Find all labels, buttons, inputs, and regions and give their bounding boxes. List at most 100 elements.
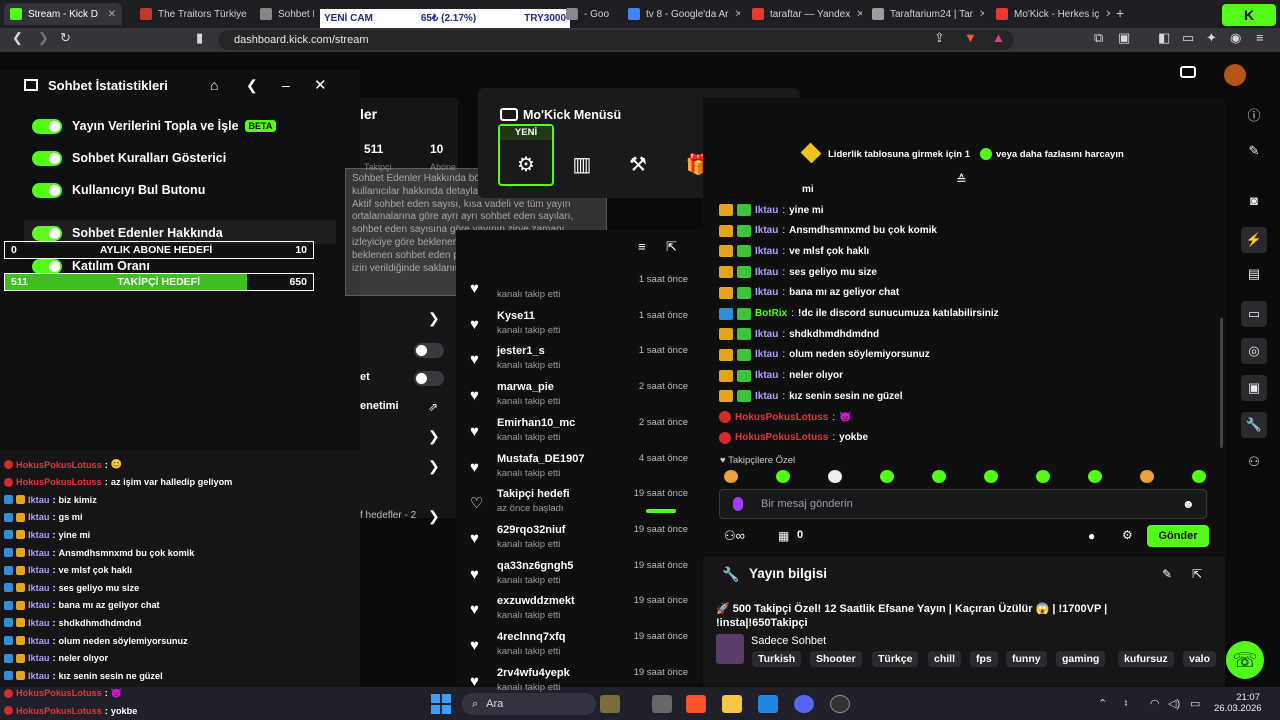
category-thumbnail[interactable] xyxy=(716,634,744,664)
toggle-switch[interactable] xyxy=(32,258,62,274)
emote-icon[interactable] xyxy=(724,470,738,483)
extensions-icon[interactable]: ⧉ xyxy=(1094,30,1103,46)
activity-item[interactable]: ♡ Takipçi hedefi az önce başladı 19 saat ön… xyxy=(470,488,688,520)
chat-message[interactable]: Iktau: bana mı az geliyor chat xyxy=(719,284,899,302)
emote-icon[interactable] xyxy=(1036,470,1050,483)
chat-username[interactable]: Iktau xyxy=(28,618,49,628)
activity-item[interactable]: ♥ jester1_s kanalı takip etti 1 saat önce xyxy=(470,345,688,377)
share-icon[interactable]: ⇪ xyxy=(934,30,945,46)
address-bar[interactable]: dashboard.kick.com/stream xyxy=(218,30,1014,50)
chat-username[interactable]: Iktau xyxy=(755,225,778,236)
chat-username[interactable]: Iktau xyxy=(28,565,49,575)
activity-item[interactable]: ♥ marwa_pie kanalı takip etti 2 saat önce xyxy=(470,381,688,413)
close-icon[interactable]: ✕ xyxy=(1105,9,1110,20)
chat-message[interactable]: BotRix: !dc ile discord sunucumuza katıla… xyxy=(719,305,999,323)
setting-row[interactable]: Sohbet Kuralları Gösterici xyxy=(32,149,226,167)
chevron-right-icon[interactable]: ❯ xyxy=(428,428,440,445)
tag-chip[interactable]: chill xyxy=(928,651,962,667)
popout-chat-message[interactable]: Iktau: Ansmdhsmnxmd bu çok komik xyxy=(4,544,194,561)
chat-message[interactable]: Iktau: ses geliyo mu size xyxy=(719,263,877,281)
wifi-icon[interactable]: ◠ xyxy=(1150,697,1160,710)
chat-bubble-icon[interactable]: ● xyxy=(1088,529,1095,543)
mic-icon[interactable] xyxy=(733,497,743,511)
forward-icon[interactable]: ❯ xyxy=(38,30,49,46)
chat-username[interactable]: HokusPokusLotuss xyxy=(16,706,102,716)
emote-icon[interactable] xyxy=(932,470,946,483)
chat-username[interactable]: Iktau xyxy=(28,636,49,646)
clock[interactable]: 21:07 26.03.2026 xyxy=(1214,692,1262,714)
activity-item[interactable]: ♥ Kyse11 kanalı takip etti 1 saat önce xyxy=(470,310,688,342)
popout-chat-message[interactable]: Iktau: biz kimiz xyxy=(4,491,97,508)
tag-chip[interactable]: kufursuz xyxy=(1118,651,1174,667)
tag-chip[interactable]: Turkish xyxy=(752,651,802,667)
chevron-right-icon[interactable]: ❯ xyxy=(428,508,440,525)
screenshot-icon[interactable]: ▣ xyxy=(1118,30,1130,46)
battery-icon[interactable]: ▭ xyxy=(1190,697,1200,710)
chat-username[interactable]: HokusPokusLotuss xyxy=(735,412,828,423)
tools-icon[interactable]: 🔧 xyxy=(1241,412,1267,438)
popout-icon[interactable]: ⇱ xyxy=(1192,567,1202,581)
chat-username[interactable]: Iktau xyxy=(28,653,49,663)
hammer-icon[interactable]: ⚒ xyxy=(610,142,666,186)
activity-item[interactable]: ♥ kanalı takip etti 1 saat önce xyxy=(470,274,688,306)
bar-chart-icon[interactable]: ▥ xyxy=(554,142,610,186)
tab-3[interactable]: - Goo ✕ xyxy=(560,3,616,25)
chat-message[interactable]: HokusPokusLotuss: 😈 xyxy=(719,408,852,426)
activity-item[interactable]: ♥ 4reclnnq7xfq kanalı takip etti 19 saat ön… xyxy=(470,631,688,663)
kick-logo-icon[interactable] xyxy=(1180,66,1196,78)
back-icon[interactable]: ❮ xyxy=(12,30,23,46)
home-icon[interactable]: ⌂ xyxy=(210,77,218,93)
chat-username[interactable]: BotRix xyxy=(755,308,787,319)
tab-0[interactable]: Stream - Kick D ✕ xyxy=(4,3,122,25)
chevron-right-icon[interactable]: ❯ xyxy=(428,458,440,475)
close-icon[interactable]: ✕ xyxy=(856,9,862,20)
chat-username[interactable]: Iktau xyxy=(755,391,778,402)
minimize-icon[interactable]: – xyxy=(282,77,290,93)
chat-username[interactable]: Iktau xyxy=(755,246,778,257)
toggle-switch[interactable] xyxy=(414,343,444,358)
close-icon[interactable]: ✕ xyxy=(108,9,116,20)
tag-chip[interactable]: fps xyxy=(970,651,998,667)
activity-item[interactable]: ♥ exzuwddzmekt kanalı takip etti 19 saat ön… xyxy=(470,595,688,627)
toggle-switch[interactable] xyxy=(414,371,444,386)
camera-icon[interactable]: ◙ xyxy=(1244,190,1264,210)
emote-icon[interactable] xyxy=(1140,470,1154,483)
activity-item[interactable]: ♥ qa33nz6gngh5 kanalı takip etti 19 saat ön… xyxy=(470,560,688,592)
chart-icon[interactable]: ⇗ xyxy=(428,400,438,414)
setting-row[interactable]: Yayın Verilerini Topla ve İşle BETA xyxy=(32,117,277,135)
chat-username[interactable]: Iktau xyxy=(28,495,49,505)
gear-icon[interactable]: ⚙ xyxy=(498,142,554,186)
popout-chat-message[interactable]: Iktau: neler olıyor xyxy=(4,650,108,667)
settings-icon[interactable]: ⚙ xyxy=(1122,528,1133,542)
volume-icon[interactable]: ◁) xyxy=(1168,697,1180,710)
setting-row[interactable]: Kullanıcıyı Bul Butonu xyxy=(32,181,205,199)
mic-tray-icon[interactable]: ♮ xyxy=(1124,697,1128,710)
emoji-icon[interactable]: ☻ xyxy=(1182,497,1195,511)
chat-scrollbar[interactable] xyxy=(1220,318,1223,448)
users-icon[interactable]: ⚇ xyxy=(1244,452,1264,472)
chat-username[interactable]: Iktau xyxy=(755,329,778,340)
send-button[interactable]: Gönder xyxy=(1147,525,1209,547)
close-icon[interactable]: ✕ xyxy=(979,9,984,20)
chat-message[interactable]: Iktau: Ansmdhsmnxmd bu çok komik xyxy=(719,222,937,240)
tag-chip[interactable]: gaming xyxy=(1056,651,1106,667)
chat-username[interactable]: HokusPokusLotuss xyxy=(16,688,102,698)
chat-message[interactable]: HokusPokusLotuss: yokbe xyxy=(719,429,868,447)
vpn-icon[interactable]: ◉ xyxy=(1230,30,1241,46)
popout-chat-message[interactable]: HokusPokusLotuss: az işim var halledip ge… xyxy=(4,474,232,491)
new-tab-button[interactable]: + xyxy=(1116,5,1124,21)
chat-username[interactable]: Iktau xyxy=(28,548,49,558)
leo-icon[interactable]: ✦ xyxy=(1206,30,1217,46)
popout-chat-message[interactable]: Iktau: yine mi xyxy=(4,526,90,543)
tag-chip[interactable]: Türkçe xyxy=(872,651,919,667)
chat-username[interactable]: Iktau xyxy=(28,583,49,593)
expand-icon[interactable]: ≙ xyxy=(956,172,967,188)
reload-icon[interactable]: ↻ xyxy=(60,30,71,46)
chat-username[interactable]: Iktau xyxy=(755,287,778,298)
activity-item[interactable]: ♥ Mustafa_DE1907 kanalı takip etti 4 saat ö… xyxy=(470,453,688,485)
bookmark-icon[interactable]: ▮ xyxy=(196,30,203,46)
broadcast-icon[interactable]: ◎ xyxy=(1241,338,1267,364)
chat-username[interactable]: HokusPokusLotuss xyxy=(735,432,828,443)
chat-username[interactable]: Iktau xyxy=(755,349,778,360)
tag-chip[interactable]: funny xyxy=(1006,651,1047,667)
